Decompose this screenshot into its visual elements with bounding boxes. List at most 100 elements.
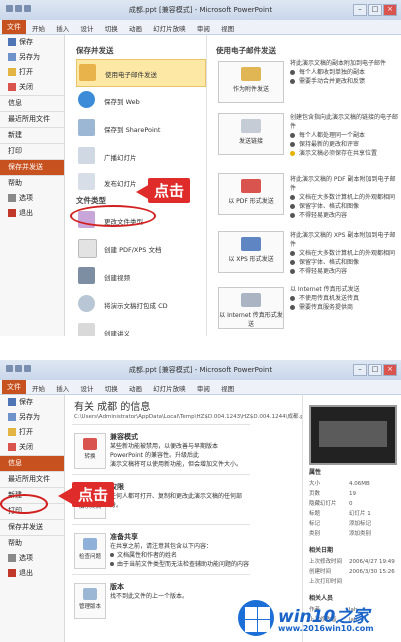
close-button[interactable]: × [383, 4, 397, 16]
tab-slideshow[interactable]: 幻灯片放映 [153, 385, 186, 393]
prop-row: 隐藏幻灯片 0 [309, 501, 353, 507]
send-fax-button[interactable]: 以 Internet 传真形式发送 [218, 287, 284, 329]
date-row: 上次修改时间 2006/4/27 19:49 [309, 559, 395, 565]
maximize-button[interactable]: □ [368, 4, 382, 16]
date-row: 创建时间 2006/3/30 15:26 [309, 569, 395, 575]
highlight-oval [70, 205, 156, 227]
close-file-icon [8, 83, 16, 91]
prop-row: 大小 4.06MB [309, 481, 370, 487]
email-heading: 使用电子邮件发送 [216, 46, 276, 55]
highlight-oval [0, 494, 48, 514]
watermark: win10之家 www.2016win10.com [238, 596, 398, 640]
send-pdf-button[interactable]: 以 PDF 形式发送 [218, 173, 284, 215]
tab-design[interactable]: 设计 [80, 385, 93, 393]
nav-save-send[interactable]: 保存并发送 [0, 159, 64, 175]
nav-info[interactable]: 信息 [0, 455, 64, 471]
tab-slideshow[interactable]: 幻灯片放映 [153, 25, 186, 33]
prop-row[interactable]: 类别 添加类别 [309, 529, 399, 537]
nav-save[interactable]: 保存 [0, 35, 64, 50]
nav-save-as[interactable]: 另存为 [0, 410, 64, 425]
option-email-send[interactable]: 使用电子邮件发送 [76, 59, 206, 87]
attachment-icon [241, 67, 261, 81]
save-send-heading: 保存并发送 [76, 46, 114, 55]
nav-open[interactable]: 打开 [0, 425, 64, 440]
web-icon [78, 91, 95, 108]
video-icon [78, 267, 95, 284]
send-as-attachment-button[interactable]: 作为附件发送 [218, 61, 284, 103]
fax-icon [241, 293, 261, 307]
check-issues-button[interactable]: 检查问题 [74, 533, 106, 569]
convert-icon [83, 438, 97, 450]
minimize-button[interactable]: – [353, 364, 367, 376]
nav-exit[interactable]: 退出 [0, 206, 64, 221]
option-create-video[interactable]: 创建视频 [76, 263, 204, 289]
click-callout: 点击 [72, 482, 115, 507]
nav-options[interactable]: 选项 [0, 191, 64, 206]
nav-help[interactable]: 帮助 [0, 175, 64, 191]
prop-row[interactable]: 标记 添加标记 [309, 519, 399, 527]
nav-save[interactable]: 保存 [0, 395, 64, 410]
ribbon-tabs: 文件 开始 插入 设计 切换 动画 幻灯片放映 审阅 视图 [0, 380, 401, 395]
publish-icon [78, 173, 95, 190]
option-save-sharepoint[interactable]: 保存到 SharePoint [76, 115, 204, 141]
maximize-button[interactable]: □ [368, 364, 382, 376]
tab-design[interactable]: 设计 [80, 25, 93, 33]
backstage-nav: 保存 另存为 打开 关闭 信息 最近所用文件 新建 打印 保存并发送 帮助 选项… [0, 395, 65, 642]
nav-options[interactable]: 选项 [0, 551, 64, 566]
options-icon [8, 554, 16, 562]
nav-help[interactable]: 帮助 [0, 535, 64, 551]
option-package-cd[interactable]: 将演示文稿打包成 CD [76, 291, 204, 317]
file-path: C:\Users\Administrator\AppData\Local\Tem… [74, 414, 310, 420]
tab-animations[interactable]: 动画 [129, 25, 142, 33]
tab-review[interactable]: 审阅 [197, 385, 210, 393]
option-create-pdf[interactable]: 创建 PDF/XPS 文档 [76, 235, 204, 261]
link-desc: 创建包含指向此演示文稿的链接的电子邮件 每个人都处理同一个副本 保持最新的更改和评审… [290, 114, 399, 157]
pdf-send-icon [241, 179, 261, 193]
convert-button[interactable]: 转换 [74, 433, 106, 469]
tab-animations[interactable]: 动画 [129, 385, 142, 393]
save-as-icon [8, 413, 16, 421]
nav-open[interactable]: 打开 [0, 65, 64, 80]
nav-recent[interactable]: 最近所用文件 [0, 471, 64, 487]
prop-row: 页数 19 [309, 491, 356, 497]
tab-view[interactable]: 视图 [221, 385, 234, 393]
nav-print[interactable]: 打印 [0, 143, 64, 159]
fax-desc: 以 Internet 传真形式发送 不使用传真机发送传真 需要传真服务提供商 [290, 286, 360, 311]
dates-heading: 相关日期 [309, 547, 334, 554]
nav-close[interactable]: 关闭 [0, 440, 64, 455]
sharepoint-icon [78, 119, 95, 136]
tab-review[interactable]: 审阅 [197, 25, 210, 33]
manage-versions-button[interactable]: 管理版本 [74, 583, 106, 619]
open-folder-icon [8, 428, 16, 436]
tab-view[interactable]: 视图 [221, 25, 234, 33]
nav-close[interactable]: 关闭 [0, 80, 64, 95]
nav-exit[interactable]: 退出 [0, 566, 64, 581]
panel-separator [0, 336, 401, 360]
title-bar: 成都.ppt [兼容模式] - Microsoft PowerPoint – □ × [0, 360, 401, 380]
nav-save-send[interactable]: 保存并发送 [0, 519, 64, 535]
send-link-button[interactable]: 发送链接 [218, 113, 284, 155]
file-tab[interactable]: 文件 [2, 20, 26, 34]
window-title: 成都.ppt [兼容模式] - Microsoft PowerPoint [128, 366, 273, 374]
option-create-handouts[interactable]: 创建讲义 [76, 319, 204, 336]
watermark-url: www.2016win10.com [278, 624, 374, 633]
tab-home[interactable]: 开始 [32, 385, 45, 393]
tab-home[interactable]: 开始 [32, 25, 45, 33]
tab-insert[interactable]: 插入 [56, 25, 69, 33]
nav-recent[interactable]: 最近所用文件 [0, 111, 64, 127]
tab-insert[interactable]: 插入 [56, 385, 69, 393]
save-icon [8, 38, 16, 46]
tab-transitions[interactable]: 切换 [105, 385, 118, 393]
option-broadcast[interactable]: 广播幻灯片 [76, 143, 204, 169]
option-save-web[interactable]: 保存到 Web [76, 87, 204, 113]
nav-new[interactable]: 新建 [0, 127, 64, 143]
nav-info[interactable]: 信息 [0, 95, 64, 111]
ribbon-tabs: 文件 开始 插入 设计 切换 动画 幻灯片放映 审阅 视图 [0, 20, 401, 35]
save-as-icon [8, 53, 16, 61]
file-tab[interactable]: 文件 [2, 380, 26, 394]
close-button[interactable]: × [383, 364, 397, 376]
nav-save-as[interactable]: 另存为 [0, 50, 64, 65]
tab-transitions[interactable]: 切换 [105, 25, 118, 33]
send-xps-button[interactable]: 以 XPS 形式发送 [218, 231, 284, 273]
minimize-button[interactable]: – [353, 4, 367, 16]
